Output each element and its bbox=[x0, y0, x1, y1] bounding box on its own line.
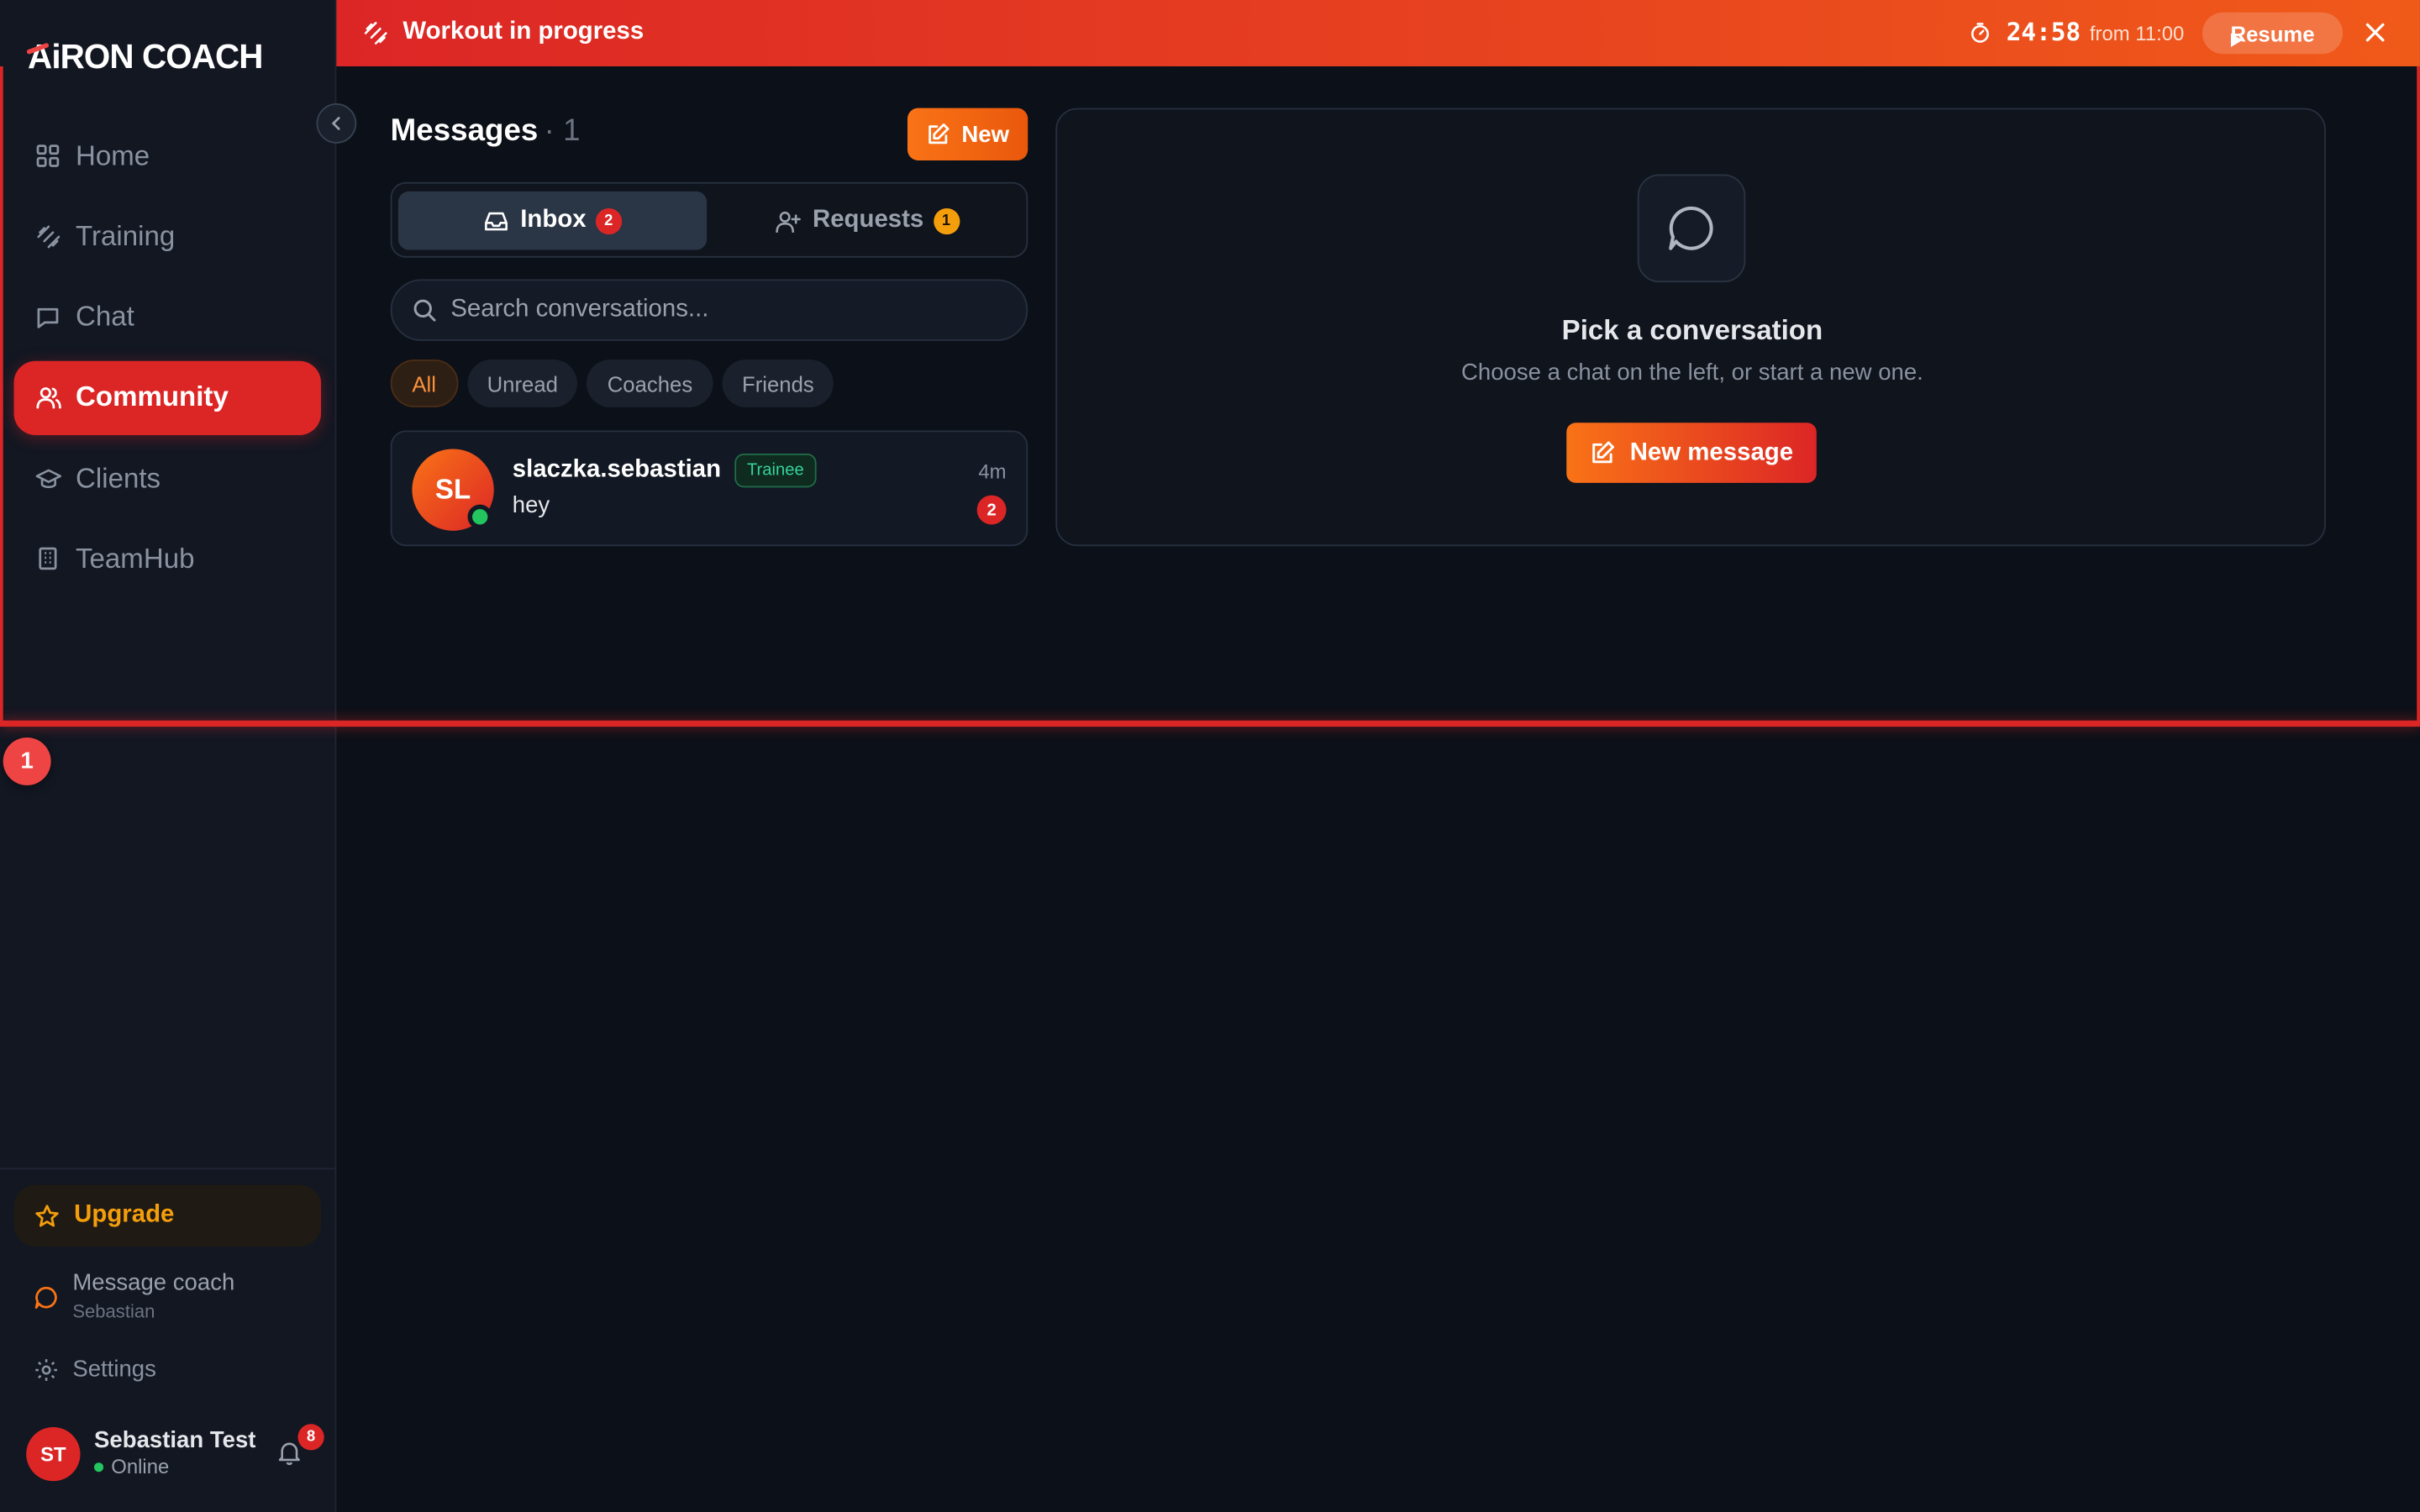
edit-icon bbox=[1590, 439, 1616, 465]
building-icon bbox=[34, 545, 61, 573]
workout-banner: Workout in progress 24:58 from 11:00 Res… bbox=[336, 0, 2420, 66]
search-input[interactable]: Search conversations... bbox=[390, 279, 1028, 341]
coach-name: Sebastian bbox=[72, 1300, 155, 1323]
unread-badge: 2 bbox=[976, 495, 1007, 525]
star-icon bbox=[34, 1203, 60, 1229]
sidebar-footer: Upgrade Message coach Sebastian Settings… bbox=[0, 1168, 337, 1512]
grid-icon bbox=[34, 142, 61, 170]
conversation-filters: All Unread Coaches Friends bbox=[390, 359, 844, 407]
message-circle-icon bbox=[34, 1285, 58, 1310]
conversation-time: 4m bbox=[978, 459, 1007, 483]
app-window: AiRON COACH Home Training Chat Community… bbox=[0, 0, 2420, 1512]
sidebar-item-chat[interactable]: Chat bbox=[14, 281, 322, 354]
tab-inbox[interactable]: Inbox 2 bbox=[397, 191, 708, 250]
frame-border-right bbox=[2417, 66, 2420, 724]
inbox-icon bbox=[483, 207, 509, 234]
chevron-left-icon bbox=[329, 116, 344, 131]
gear-icon bbox=[34, 1357, 58, 1381]
new-message-label: New message bbox=[1629, 438, 1794, 465]
conversation-panel: Pick a conversation Choose a chat on the… bbox=[1055, 108, 2326, 547]
tab-badge: 1 bbox=[933, 207, 960, 234]
settings-label: Settings bbox=[72, 1356, 156, 1383]
messages-title: Messages bbox=[390, 113, 539, 149]
conversation-name: slaczka.sebastian bbox=[512, 456, 722, 483]
sidebar-item-label: Community bbox=[75, 381, 229, 413]
settings-button[interactable]: Settings bbox=[34, 1356, 156, 1383]
filter-coaches[interactable]: Coaches bbox=[587, 359, 713, 407]
search-placeholder: Search conversations... bbox=[450, 296, 709, 323]
sidebar-item-label: Chat bbox=[75, 301, 134, 333]
collapse-sidebar-button[interactable] bbox=[316, 103, 357, 144]
sidebar-item-home[interactable]: Home bbox=[14, 118, 322, 192]
sidebar-item-label: TeamHub bbox=[75, 543, 195, 575]
tab-label: Inbox bbox=[520, 207, 587, 234]
app-logo[interactable]: AiRON COACH bbox=[26, 37, 263, 77]
play-icon bbox=[2228, 33, 2244, 48]
user-info: Sebastian Test Online bbox=[94, 1427, 255, 1479]
tab-badge: 2 bbox=[595, 207, 622, 234]
dumbbell-icon bbox=[363, 20, 389, 46]
close-icon[interactable] bbox=[2365, 22, 2386, 44]
frame-badge: 1 bbox=[3, 737, 51, 785]
message-circle-icon bbox=[1637, 174, 1746, 283]
graduation-cap-icon bbox=[34, 465, 61, 492]
dumbbell-icon bbox=[34, 223, 61, 250]
filter-unread[interactable]: Unread bbox=[466, 359, 578, 407]
message-tabs: Inbox 2 Requests 1 bbox=[390, 181, 1028, 258]
user-name: Sebastian Test bbox=[94, 1426, 256, 1454]
messages-count: · 1 bbox=[544, 113, 581, 149]
avatar: ST bbox=[26, 1426, 81, 1481]
new-message-button[interactable]: New bbox=[907, 108, 1028, 161]
new-button-label: New bbox=[961, 121, 1010, 148]
filter-all[interactable]: All bbox=[390, 359, 458, 407]
sidebar-item-label: Clients bbox=[75, 462, 161, 494]
upgrade-button[interactable]: Upgrade bbox=[13, 1184, 322, 1247]
notification-badge: 8 bbox=[297, 1424, 324, 1451]
search-icon bbox=[412, 297, 436, 322]
workout-timer: 24:58 bbox=[2006, 17, 2081, 47]
sidebar-item-teamhub[interactable]: TeamHub bbox=[14, 522, 322, 596]
message-coach-text: Message coach Sebastian bbox=[72, 1268, 234, 1324]
frame-border-left bbox=[0, 66, 3, 724]
online-indicator bbox=[467, 504, 492, 529]
empty-state-subtitle: Choose a chat on the left, or start a ne… bbox=[1461, 359, 1923, 386]
sidebar-nav: Home Training Chat Community Clients Tea… bbox=[13, 118, 322, 602]
upgrade-label: Upgrade bbox=[74, 1201, 175, 1229]
sidebar-item-community[interactable]: Community bbox=[13, 360, 322, 435]
workout-start-time: from 11:00 bbox=[2089, 21, 2185, 45]
sidebar-item-clients[interactable]: Clients bbox=[14, 442, 322, 516]
chat-bubble-icon bbox=[34, 303, 61, 331]
empty-state-title: Pick a conversation bbox=[1561, 314, 1823, 346]
online-dot bbox=[94, 1462, 104, 1473]
user-plus-icon bbox=[776, 207, 802, 234]
sidebar-item-training[interactable]: Training bbox=[14, 199, 322, 273]
logo-text: iRON COACH bbox=[51, 37, 263, 76]
conversation-preview: hey bbox=[512, 491, 550, 519]
resume-button[interactable]: Resume bbox=[2202, 12, 2344, 55]
role-badge: Trainee bbox=[734, 453, 817, 488]
tab-label: Requests bbox=[812, 207, 924, 234]
frame-border-bottom bbox=[0, 720, 2420, 727]
sidebar-item-label: Training bbox=[75, 220, 176, 252]
users-icon bbox=[34, 384, 61, 412]
bell-icon[interactable] bbox=[276, 1440, 302, 1466]
banner-title: Workout in progress bbox=[402, 18, 644, 45]
page-title: Messages · 1 bbox=[391, 114, 581, 150]
timer-icon bbox=[1970, 22, 1991, 44]
new-message-button[interactable]: New message bbox=[1566, 423, 1817, 483]
tab-requests[interactable]: Requests 1 bbox=[713, 192, 1022, 250]
logo-mark: A bbox=[26, 37, 52, 76]
edit-icon bbox=[926, 122, 950, 146]
filter-friends[interactable]: Friends bbox=[722, 359, 834, 407]
user-profile[interactable]: ST Sebastian Test Online 8 bbox=[26, 1424, 324, 1481]
message-coach-button[interactable]: Message coach Sebastian bbox=[34, 1268, 234, 1324]
message-coach-label: Message coach bbox=[72, 1269, 235, 1296]
conversation-item[interactable]: SL slaczka.sebastian Trainee hey 4m 2 bbox=[390, 430, 1028, 547]
user-status: Online bbox=[94, 1455, 255, 1479]
user-status-label: Online bbox=[111, 1455, 170, 1478]
sidebar-item-label: Home bbox=[75, 139, 150, 171]
